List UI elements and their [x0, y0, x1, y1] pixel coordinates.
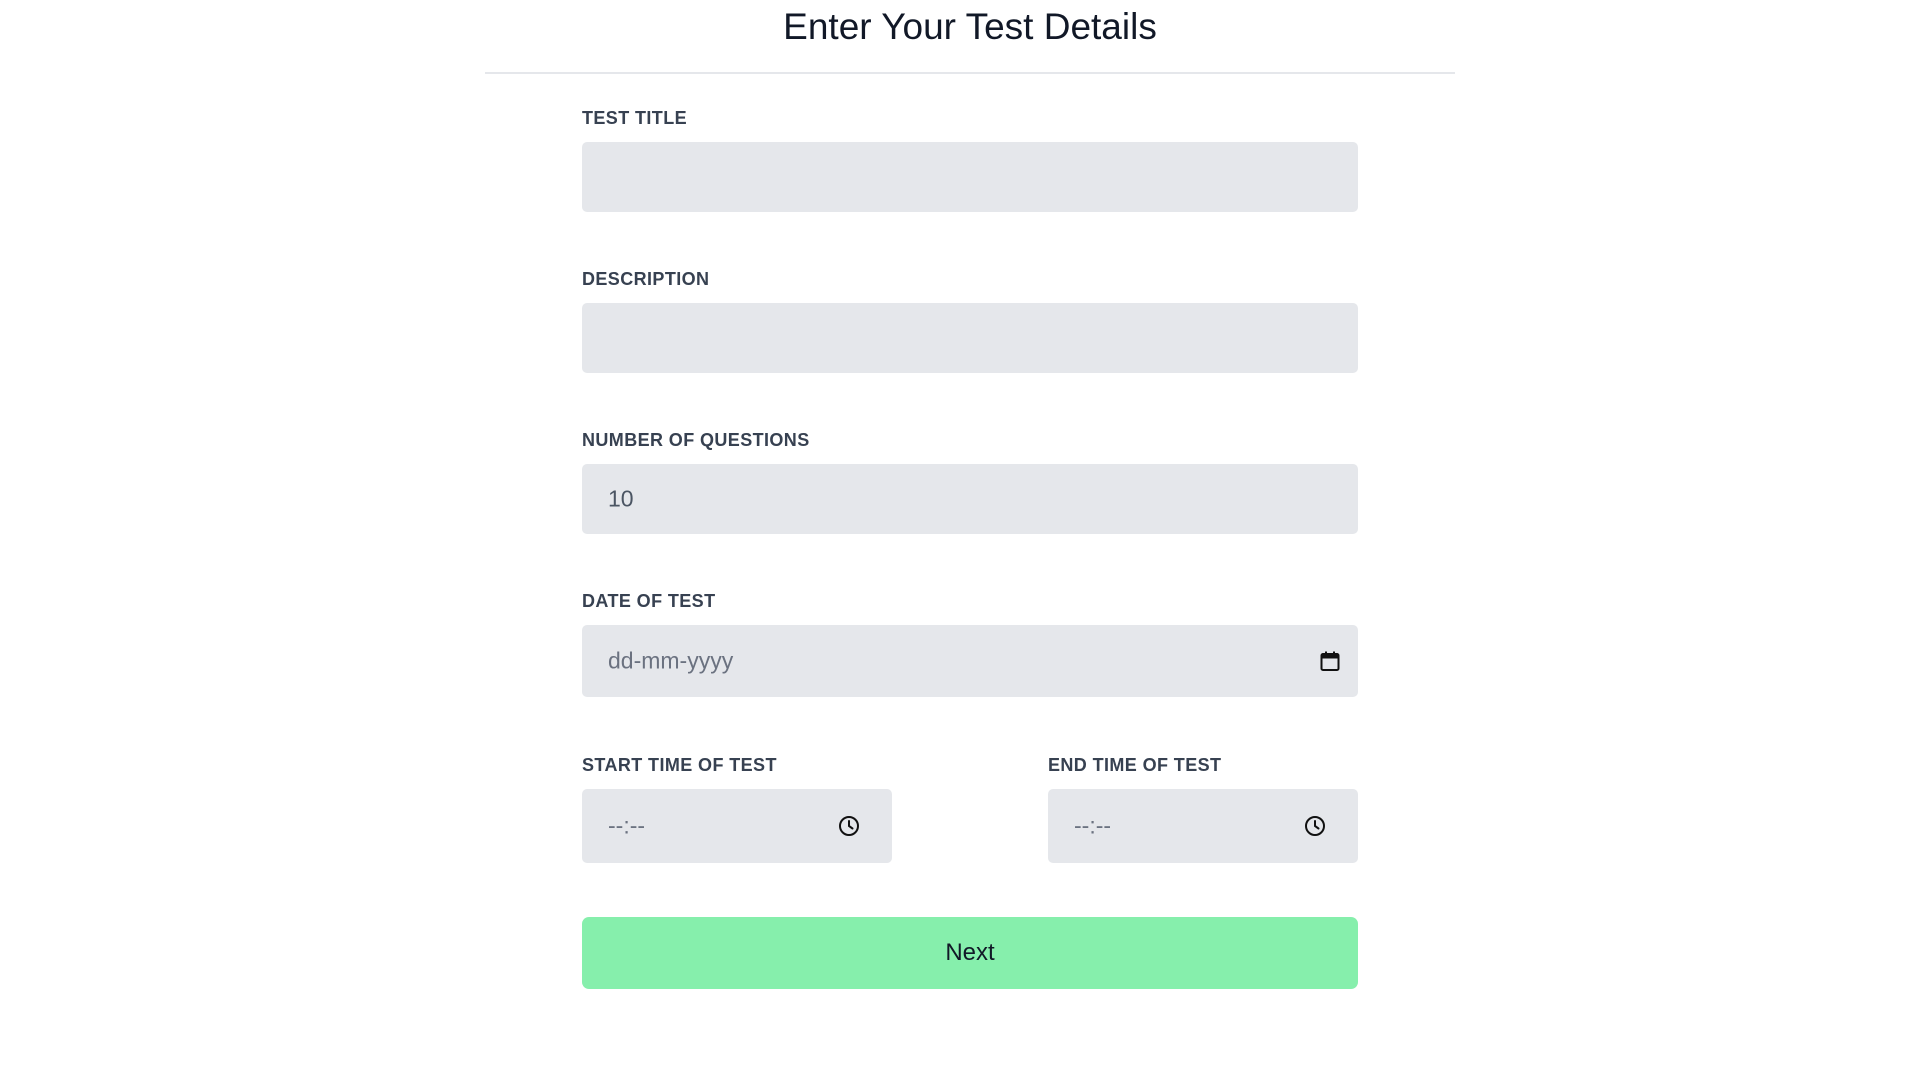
next-button[interactable]: Next	[582, 917, 1358, 989]
number-of-questions-value[interactable]: 10	[608, 486, 634, 513]
date-of-test-label: DATE OF TEST	[582, 591, 716, 611]
end-time-placeholder[interactable]: --:--	[1074, 813, 1111, 840]
test-title-field[interactable]	[582, 142, 1358, 212]
date-of-test-field[interactable]: dd-mm-yyyy	[582, 625, 1358, 697]
test-title-input[interactable]	[582, 142, 1358, 212]
number-of-questions-field[interactable]: 10	[582, 464, 1358, 534]
date-of-test-placeholder[interactable]: dd-mm-yyyy	[608, 648, 733, 675]
clock-icon[interactable]	[1303, 814, 1327, 838]
end-time-label: END TIME OF TEST	[1048, 755, 1222, 775]
start-time-field[interactable]: --:--	[582, 789, 892, 863]
clock-icon[interactable]	[837, 814, 861, 838]
start-time-placeholder[interactable]: --:--	[608, 813, 645, 840]
test-title-label: TEST TITLE	[582, 108, 687, 128]
page-header: Enter Your Test Details	[485, 0, 1455, 74]
end-time-field[interactable]: --:--	[1048, 789, 1358, 863]
page: Enter Your Test Details TEST TITLE DESCR…	[0, 0, 1920, 1080]
description-input[interactable]	[582, 303, 1358, 373]
description-field[interactable]	[582, 303, 1358, 373]
calendar-icon[interactable]	[1318, 649, 1342, 673]
description-label: DESCRIPTION	[582, 269, 710, 289]
number-of-questions-label: NUMBER OF QUESTIONS	[582, 430, 810, 450]
page-title: Enter Your Test Details	[783, 6, 1157, 47]
start-time-label: START TIME OF TEST	[582, 755, 777, 775]
